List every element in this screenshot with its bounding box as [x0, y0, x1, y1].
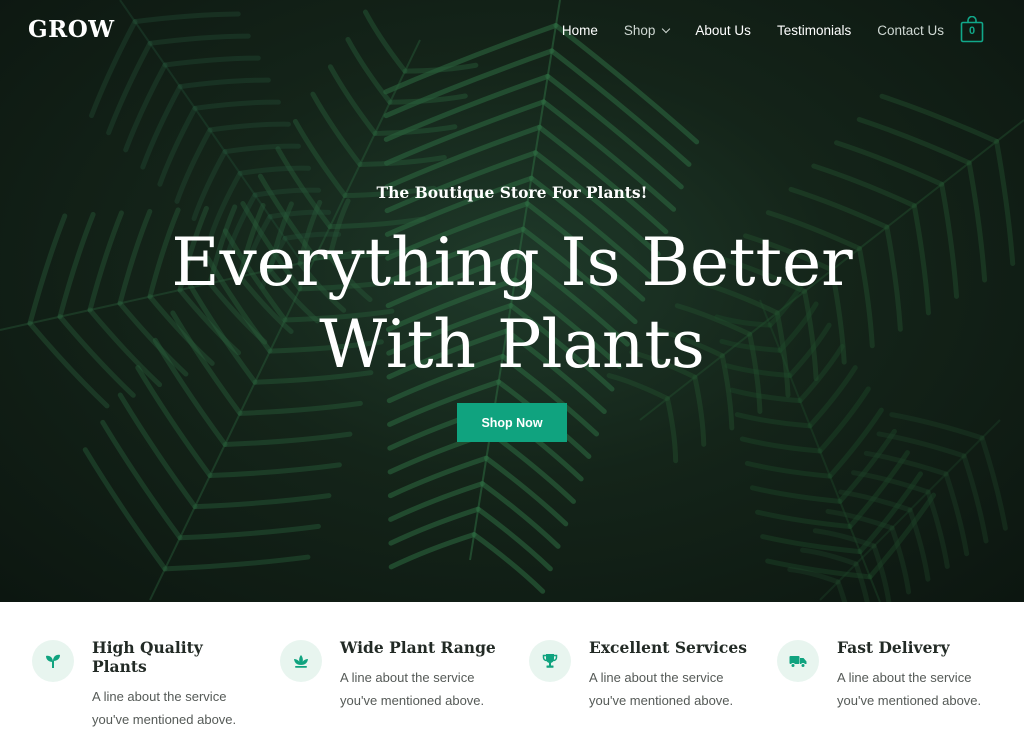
feature-description: A line about the service you've mentione…: [589, 670, 734, 708]
nav-testimonials[interactable]: Testimonials: [777, 22, 851, 40]
feature-title: Excellent Services: [589, 638, 747, 657]
nav-about-us[interactable]: About Us: [695, 22, 751, 40]
feature-title: High Quality Plants: [92, 638, 203, 676]
cart-button[interactable]: 0: [960, 16, 984, 44]
nav-contact-us[interactable]: Contact Us: [877, 22, 944, 40]
feature-title: Fast Delivery: [837, 638, 950, 657]
chevron-down-icon: [662, 24, 671, 34]
nav-shop-label: Shop: [623, 23, 656, 38]
lotus-icon: [280, 640, 322, 682]
feature-description: A line about the service you've mentione…: [837, 670, 982, 708]
truck-icon: [777, 640, 819, 682]
nav-home[interactable]: Home: [562, 22, 598, 40]
features-section: High Quality Plants A line about the ser…: [0, 602, 1024, 731]
nav-shop[interactable]: Shop: [623, 22, 671, 40]
hero-headline: Everything Is Better With Plants: [112, 222, 912, 386]
site-logo[interactable]: GROW: [28, 16, 115, 43]
main-nav: Home Shop About Us Testimonials Contact …: [562, 22, 944, 40]
trophy-icon: [529, 640, 571, 682]
sprout-icon: [32, 640, 74, 682]
hero-banner: GROW Home Shop About Us Testimonials Con…: [0, 0, 1024, 602]
headline-line-2: With Plants: [319, 306, 705, 383]
feature-title: Wide Plant Range: [340, 638, 496, 657]
feature-description: A line about the service you've mentione…: [340, 670, 485, 708]
hero-tagline: The Boutique Store For Plants!: [376, 183, 648, 202]
shop-now-button[interactable]: Shop Now: [457, 403, 567, 442]
feature-description: A line about the service you've mentione…: [92, 689, 237, 727]
headline-line-1: Everything Is Better: [171, 224, 853, 301]
cart-count: 0: [968, 25, 976, 37]
